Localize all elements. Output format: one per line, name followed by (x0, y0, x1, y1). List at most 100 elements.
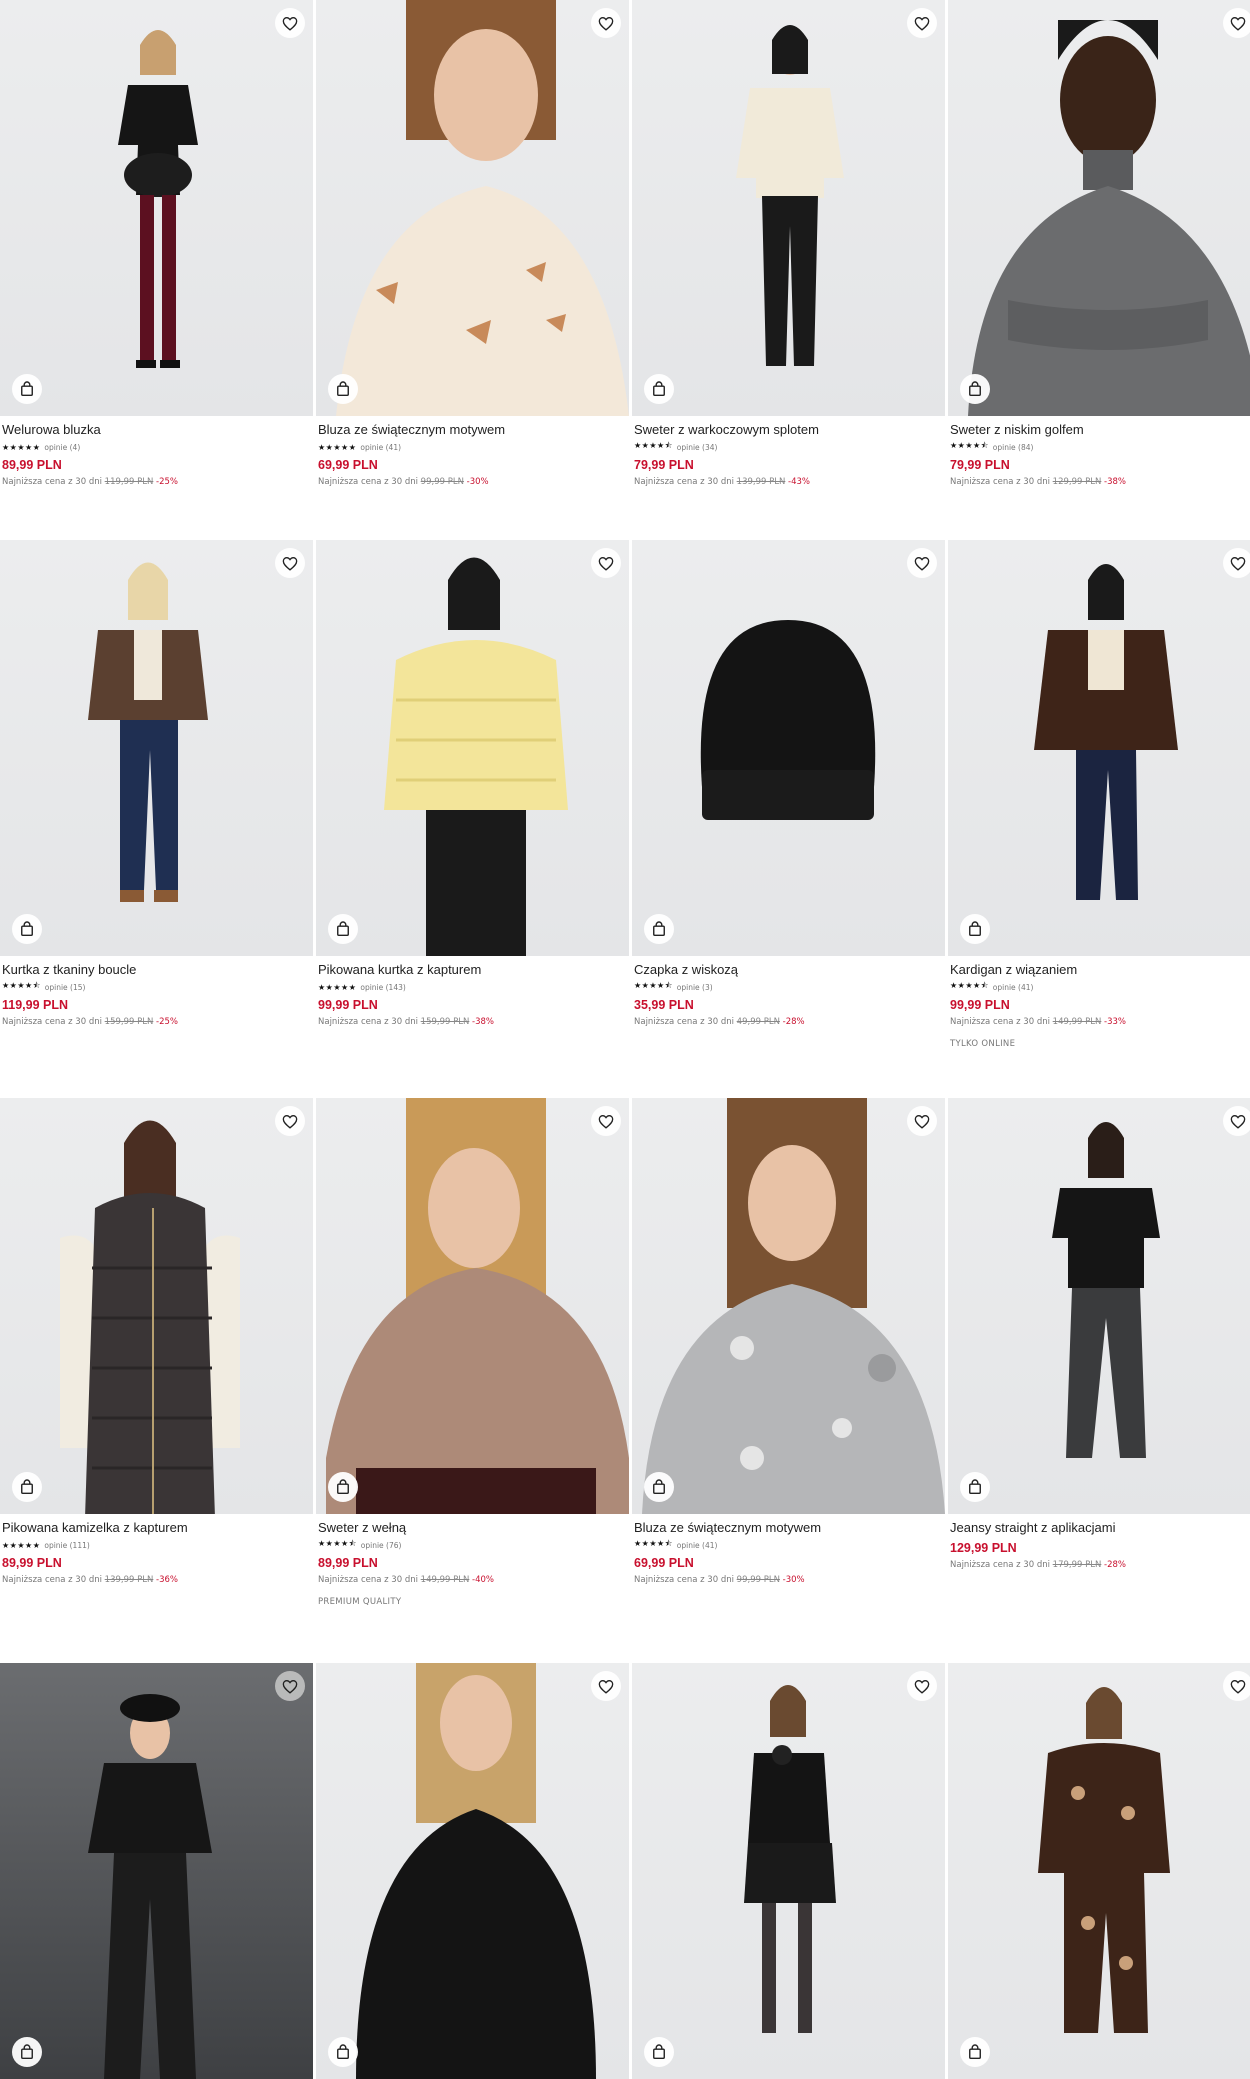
product-image[interactable] (0, 0, 313, 416)
favorite-button[interactable] (907, 8, 937, 38)
add-to-cart-button[interactable] (960, 2037, 990, 2067)
product-name[interactable]: Welurowa bluzka (2, 422, 311, 437)
product-image[interactable] (948, 0, 1250, 416)
product-card[interactable] (316, 1663, 629, 2079)
review-count[interactable]: opinie (84) (993, 443, 1034, 452)
add-to-cart-button[interactable] (12, 2037, 42, 2067)
review-count[interactable]: opinie (111) (44, 1541, 89, 1550)
add-to-cart-button[interactable] (644, 374, 674, 404)
product-name[interactable]: Jeansy straight z aplikacjami (950, 1520, 1250, 1535)
add-to-cart-button[interactable] (960, 374, 990, 404)
add-to-cart-button[interactable] (12, 374, 42, 404)
product-card[interactable] (632, 1663, 945, 2079)
product-card[interactable]: Bluza ze świątecznym motywem ★★★★⯪ opinie … (632, 1098, 945, 1585)
product-card[interactable] (948, 1663, 1250, 2079)
product-name[interactable]: Bluza ze świątecznym motywem (634, 1520, 943, 1535)
favorite-button[interactable] (907, 548, 937, 578)
product-name[interactable]: Pikowana kamizelka z kapturem (2, 1520, 311, 1535)
add-to-cart-button[interactable] (12, 1472, 42, 1502)
add-to-cart-button[interactable] (644, 2037, 674, 2067)
add-to-cart-button[interactable] (328, 374, 358, 404)
add-to-cart-button[interactable] (328, 914, 358, 944)
review-count[interactable]: opinie (4) (44, 443, 80, 452)
rating-stars-icon: ★★★★⯪ (634, 981, 673, 990)
product-image[interactable] (316, 0, 629, 416)
favorite-button[interactable] (1223, 1671, 1250, 1701)
product-rating: ★★★★★ opinie (111) (2, 1540, 311, 1550)
product-image[interactable] (632, 0, 945, 416)
add-to-cart-button[interactable] (960, 1472, 990, 1502)
product-card[interactable]: Kurtka z tkaniny boucle ★★★★⯪ opinie (15) 1… (0, 540, 313, 1027)
product-card[interactable]: Bluza ze świątecznym motywem ★★★★★ opinie … (316, 0, 629, 487)
old-price: 99,99 PLN (736, 1575, 780, 1585)
add-to-cart-button[interactable] (644, 914, 674, 944)
review-count[interactable]: opinie (41) (993, 983, 1034, 992)
product-card[interactable]: Welurowa bluzka ★★★★★ opinie (4) 89,99 PLN N… (0, 0, 313, 487)
favorite-button[interactable] (591, 8, 621, 38)
add-to-cart-button[interactable] (960, 914, 990, 944)
product-image[interactable] (316, 1098, 629, 1514)
favorite-button[interactable] (275, 1106, 305, 1136)
favorite-button[interactable] (907, 1106, 937, 1136)
review-count[interactable]: opinie (15) (45, 983, 86, 992)
product-image[interactable] (948, 540, 1250, 956)
product-name[interactable]: Kardigan z wiązaniem (950, 962, 1250, 977)
product-name[interactable]: Sweter z warkoczowym splotem (634, 422, 943, 437)
product-image[interactable] (948, 1098, 1250, 1514)
product-image[interactable] (632, 540, 945, 956)
product-name[interactable]: Sweter z niskim golfem (950, 422, 1250, 437)
product-name[interactable]: Pikowana kurtka z kapturem (318, 962, 627, 977)
favorite-button[interactable] (275, 548, 305, 578)
product-image[interactable] (0, 540, 313, 956)
review-count[interactable]: opinie (41) (360, 443, 401, 452)
review-count[interactable]: opinie (41) (677, 1541, 718, 1550)
rating-stars-icon: ★★★★★ (318, 442, 357, 452)
heart-icon (1230, 16, 1246, 31)
heart-icon (1230, 1114, 1246, 1129)
favorite-button[interactable] (591, 1106, 621, 1136)
product-image[interactable] (0, 1098, 313, 1514)
lowest-price-note: Najniższa cena z 30 dni 179,99 PLN -28% (950, 1560, 1250, 1570)
product-image[interactable] (632, 1663, 945, 2079)
favorite-button[interactable] (591, 548, 621, 578)
add-to-cart-button[interactable] (12, 914, 42, 944)
favorite-button[interactable] (1223, 1106, 1250, 1136)
review-count[interactable]: opinie (143) (360, 983, 405, 992)
product-card[interactable]: Jeansy straight z aplikacjami 129,99 PLN N… (948, 1098, 1250, 1570)
product-card[interactable]: Sweter z wełną ★★★★⯪ opinie (76) 89,99 PLN N… (316, 1098, 629, 1607)
heart-icon (914, 1679, 930, 1694)
product-image[interactable] (316, 1663, 629, 2079)
add-to-cart-button[interactable] (328, 1472, 358, 1502)
product-rating: ★★★★⯪ opinie (84) (950, 441, 1250, 452)
product-image[interactable] (0, 1663, 313, 2079)
favorite-button[interactable] (275, 1671, 305, 1701)
lowest-price-note: Najniższa cena z 30 dni 49,99 PLN -28% (634, 1017, 943, 1027)
review-count[interactable]: opinie (3) (677, 983, 713, 992)
product-price: 99,99 PLN (318, 998, 378, 1012)
product-name[interactable]: Kurtka z tkaniny boucle (2, 962, 311, 977)
review-count[interactable]: opinie (34) (677, 443, 718, 452)
product-image[interactable] (632, 1098, 945, 1514)
product-image[interactable] (316, 540, 629, 956)
shopping-bag-icon (20, 381, 34, 397)
product-card[interactable]: Czapka z wiskozą ★★★★⯪ opinie (3) 35,99 PLN… (632, 540, 945, 1027)
product-card[interactable]: Pikowana kurtka z kapturem ★★★★★ opinie (1… (316, 540, 629, 1027)
favorite-button[interactable] (907, 1671, 937, 1701)
favorite-button[interactable] (275, 8, 305, 38)
favorite-button[interactable] (591, 1671, 621, 1701)
product-card[interactable]: Sweter z warkoczowym splotem ★★★★⯪ opinie … (632, 0, 945, 487)
product-name[interactable]: Czapka z wiskozą (634, 962, 943, 977)
product-name[interactable]: Sweter z wełną (318, 1520, 627, 1535)
add-to-cart-button[interactable] (644, 1472, 674, 1502)
review-count[interactable]: opinie (76) (361, 1541, 402, 1550)
product-card[interactable]: Pikowana kamizelka z kapturem ★★★★★ opinie… (0, 1098, 313, 1585)
product-card[interactable]: Sweter z niskim golfem ★★★★⯪ opinie (84) 79… (948, 0, 1250, 487)
product-card[interactable] (0, 1663, 313, 2079)
product-name[interactable]: Bluza ze świątecznym motywem (318, 422, 627, 437)
favorite-button[interactable] (1223, 548, 1250, 578)
product-card[interactable]: Kardigan z wiązaniem ★★★★⯪ opinie (41) 99,9… (948, 540, 1250, 1049)
product-image[interactable] (948, 1663, 1250, 2079)
favorite-button[interactable] (1223, 8, 1250, 38)
rating-stars-icon: ★★★★★ (2, 1540, 41, 1550)
add-to-cart-button[interactable] (328, 2037, 358, 2067)
